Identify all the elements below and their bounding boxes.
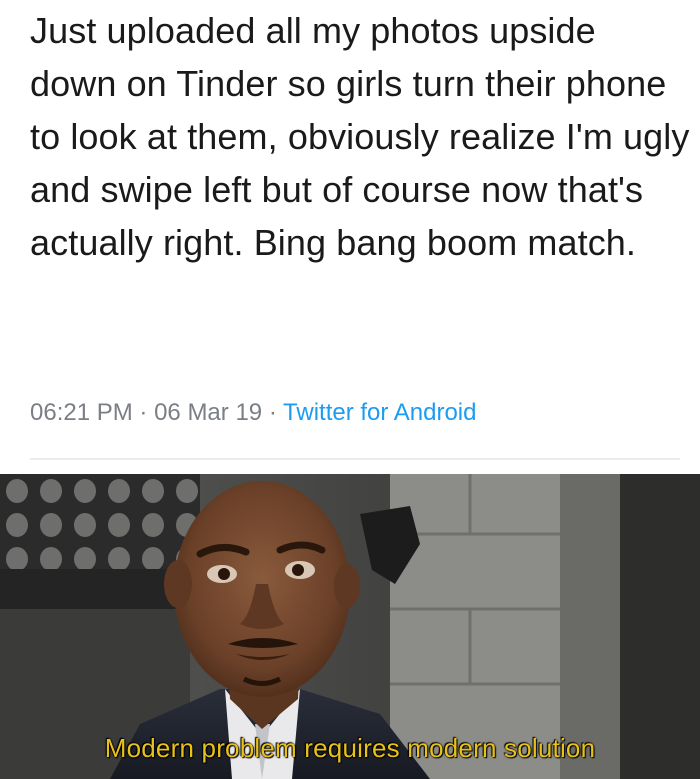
tweet-text: Just uploaded all my photos upside down … [30,10,690,263]
meta-separator: · [268,399,277,426]
meme-image: Modern problem requires modern solution [0,474,700,779]
tweet-time: 06:21 PM [30,399,133,426]
tweet-meta: 06:21 PM · 06 Mar 19 · Twitter for Andro… [30,396,476,430]
tweet-source-link[interactable]: Twitter for Android [283,399,476,426]
meta-separator: · [139,399,148,426]
tweet-card: Just uploaded all my photos upside down … [0,0,700,474]
tweet-date: 06 Mar 19 [154,399,263,426]
meme-caption: Modern problem requires modern solution [104,733,596,763]
divider [30,458,680,460]
